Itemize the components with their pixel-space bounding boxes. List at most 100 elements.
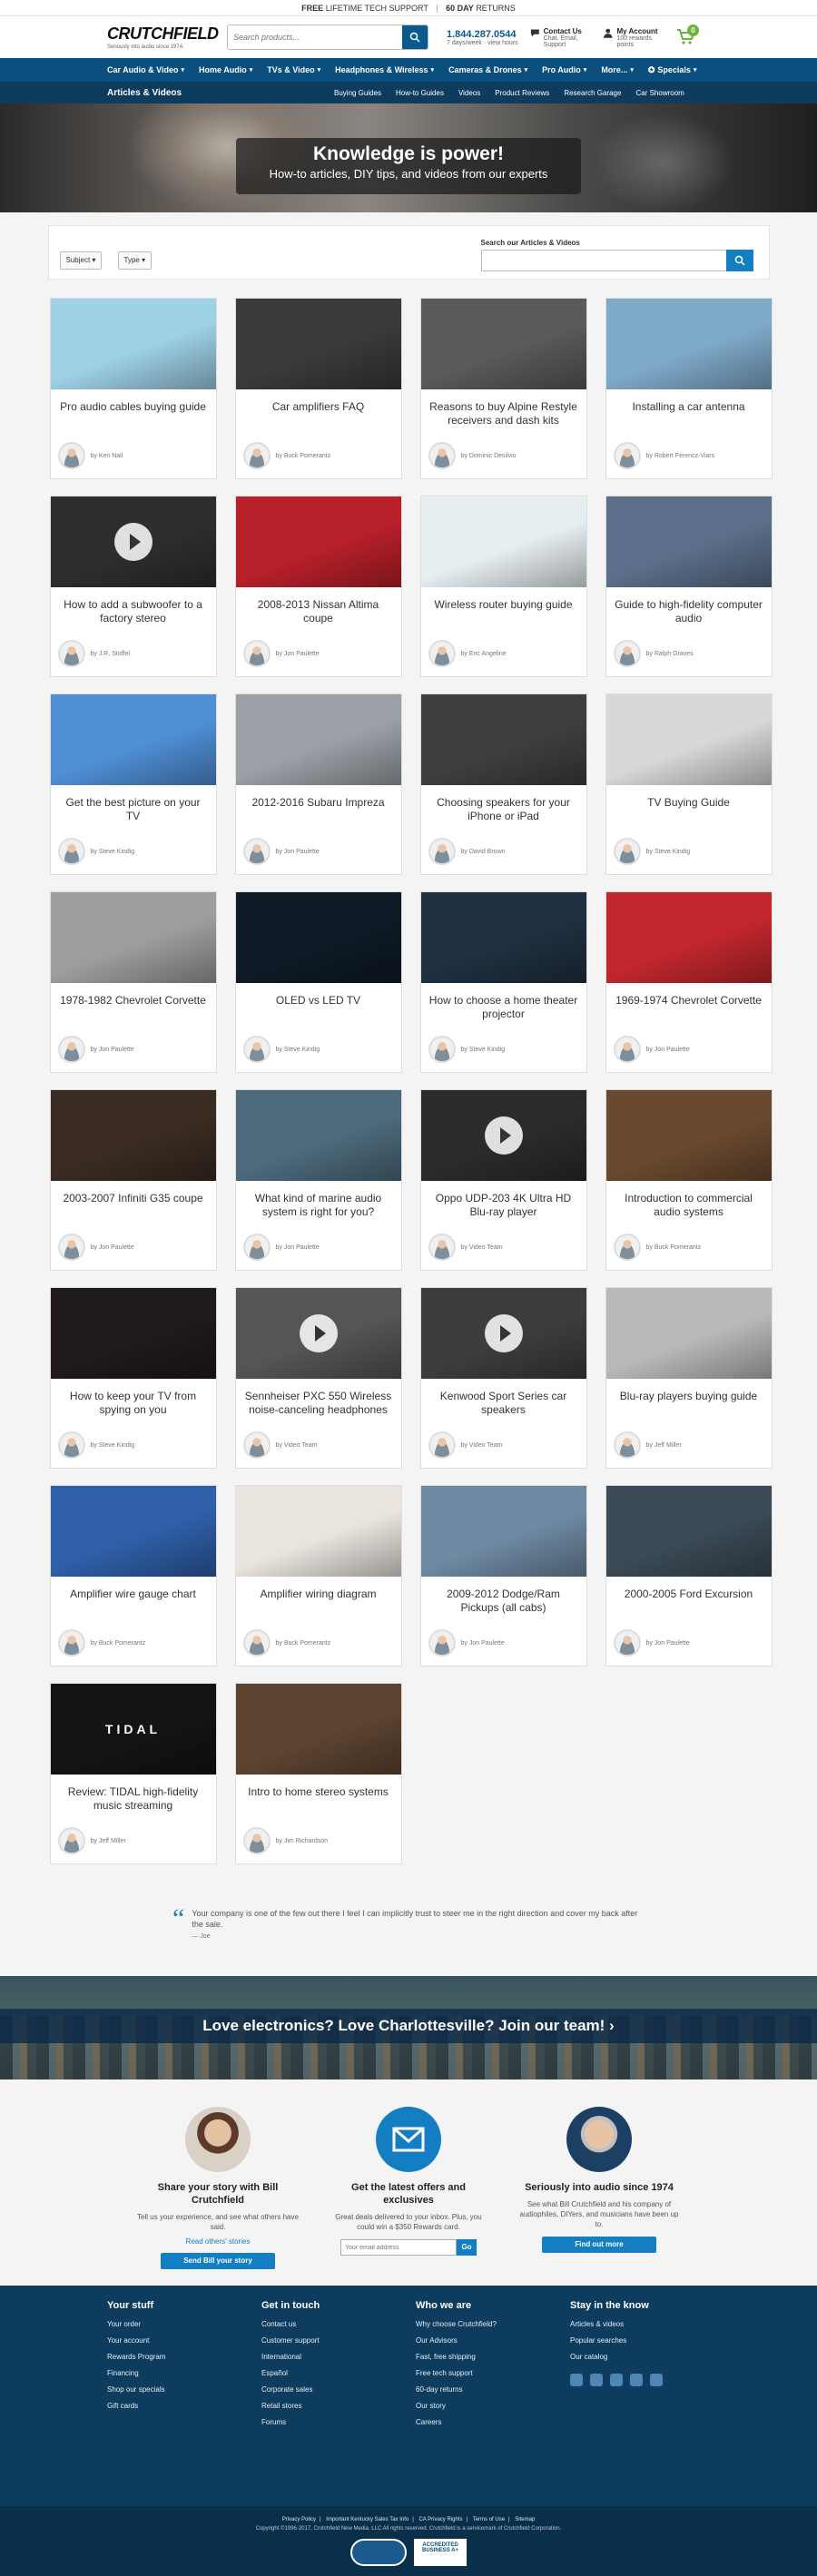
footer-link[interactable]: Retail stores (261, 2402, 416, 2410)
youtube-icon[interactable] (590, 2374, 603, 2386)
footer-link[interactable]: Corporate sales (261, 2385, 416, 2394)
email-go-button[interactable]: Go (457, 2239, 477, 2256)
footer-link[interactable]: Our catalog (570, 2353, 724, 2361)
article-thumbnail[interactable] (50, 1090, 216, 1181)
article-card[interactable]: 2012-2016 Subaru Impreza by Jon Paulette (234, 693, 402, 875)
article-card[interactable]: Amplifier wiring diagram by Buck Pomerant… (234, 1485, 402, 1667)
article-thumbnail[interactable] (235, 1684, 401, 1775)
article-title[interactable]: 2000-2005 Ford Excursion (606, 1577, 772, 1618)
article-title[interactable]: Get the best picture on your TV (51, 785, 216, 827)
article-thumbnail[interactable] (235, 1288, 401, 1379)
my-account-link[interactable]: My Account 100 rewards points (603, 27, 668, 48)
article-title[interactable]: 2009-2012 Dodge/Ram Pickups (all cabs) (421, 1577, 586, 1618)
article-card[interactable]: OLED vs LED TV by Steve Kindig (234, 891, 402, 1073)
email-field[interactable] (340, 2239, 457, 2256)
subnav-buying-guides[interactable]: Buying Guides (334, 89, 381, 97)
article-card[interactable]: Intro to home stereo systems by Jim Richa… (234, 1683, 402, 1864)
article-thumbnail[interactable] (420, 497, 586, 587)
article-thumbnail[interactable] (605, 299, 772, 389)
play-icon[interactable] (299, 1314, 338, 1352)
terms-link[interactable]: Terms of Use (473, 2517, 505, 2522)
subnav-research-garage[interactable]: Research Garage (564, 89, 621, 97)
article-card[interactable]: Blu-ray players buying guide by Jeff Mill… (605, 1287, 773, 1469)
article-thumbnail[interactable] (235, 1090, 401, 1181)
award-badge[interactable] (350, 2539, 407, 2566)
article-thumbnail[interactable] (50, 299, 216, 389)
footer-link[interactable]: Our Advisors (416, 2336, 570, 2345)
article-thumbnail[interactable] (235, 299, 401, 389)
article-card[interactable]: Guide to high-fidelity computer audio by … (605, 496, 773, 677)
read-stories-link[interactable]: Read others' stories (136, 2237, 300, 2246)
article-thumbnail[interactable] (605, 694, 772, 785)
article-card[interactable]: Reasons to buy Alpine Restyle receivers … (419, 298, 587, 479)
footer-link[interactable]: Why choose Crutchfield? (416, 2320, 570, 2328)
article-card[interactable]: Oppo UDP-203 4K Ultra HD Blu-ray player b… (419, 1089, 587, 1271)
footer-link[interactable]: Articles & videos (570, 2320, 724, 2328)
article-card[interactable]: How to add a subwoofer to a factory ster… (49, 496, 217, 677)
article-card[interactable]: What kind of marine audio system is righ… (234, 1089, 402, 1271)
send-story-button[interactable]: Send Bill your story (161, 2253, 275, 2269)
nav-pro-audio[interactable]: Pro Audio ▾ (542, 65, 586, 74)
nav-tvs-video[interactable]: TVs & Video ▾ (267, 65, 320, 74)
subject-dropdown[interactable]: Subject ▾ (59, 251, 103, 270)
play-icon[interactable] (113, 523, 153, 561)
nav-more[interactable]: More... ▾ (601, 65, 634, 74)
article-card[interactable]: Pro audio cables buying guide by Ken Nail (49, 298, 217, 479)
article-thumbnail[interactable] (420, 1486, 586, 1577)
search-button[interactable] (402, 25, 428, 49)
article-thumbnail[interactable] (420, 1090, 586, 1181)
article-title[interactable]: 1969-1974 Chevrolet Corvette (606, 983, 772, 1025)
subnav-videos[interactable]: Videos (458, 89, 480, 97)
article-card[interactable]: 2003-2007 Infiniti G35 coupe by Jon Paule… (49, 1089, 217, 1271)
article-title[interactable]: Pro audio cables buying guide (51, 389, 216, 431)
subnav-product-reviews[interactable]: Product Reviews (495, 89, 549, 97)
article-thumbnail[interactable] (420, 694, 586, 785)
article-card[interactable]: Get the best picture on your TV by Steve … (49, 693, 217, 875)
article-title[interactable]: Reasons to buy Alpine Restyle receivers … (421, 389, 586, 431)
tax-info-link[interactable]: Important Kentucky Sales Tax Info (326, 2517, 408, 2522)
article-card[interactable]: TV Buying Guide by Steve Kindig (605, 693, 773, 875)
article-card[interactable]: Kenwood Sport Series car speakers by Vide… (419, 1287, 587, 1469)
article-card[interactable]: Sennheiser PXC 550 Wireless noise-cancel… (234, 1287, 402, 1469)
nav-home-audio[interactable]: Home Audio ▾ (199, 65, 252, 74)
article-title[interactable]: How to choose a home theater projector (421, 983, 586, 1025)
footer-link[interactable]: Shop our specials (107, 2385, 261, 2394)
article-title[interactable]: Introduction to commercial audio systems (606, 1181, 772, 1223)
article-title[interactable]: Car amplifiers FAQ (236, 389, 401, 431)
article-title[interactable]: Choosing speakers for your iPhone or iPa… (421, 785, 586, 827)
article-thumbnail[interactable] (235, 497, 401, 587)
privacy-link[interactable]: Privacy Policy (282, 2517, 316, 2522)
facebook-icon[interactable] (570, 2374, 583, 2386)
article-card[interactable]: Wireless router buying guide by Eric Ange… (419, 496, 587, 677)
article-title[interactable]: How to add a subwoofer to a factory ster… (51, 587, 216, 629)
article-title[interactable]: 1978-1982 Chevrolet Corvette (51, 983, 216, 1025)
article-thumbnail[interactable] (420, 299, 586, 389)
sitemap-link[interactable]: Sitemap (515, 2517, 535, 2522)
article-title[interactable]: Intro to home stereo systems (236, 1775, 401, 1816)
article-card[interactable]: How to choose a home theater projector by… (419, 891, 587, 1073)
article-thumbnail[interactable] (605, 1486, 772, 1577)
article-card[interactable]: Introduction to commercial audio systems… (605, 1089, 773, 1271)
article-card[interactable]: 1969-1974 Chevrolet Corvette by Jon Paule… (605, 891, 773, 1073)
article-title[interactable]: 2008-2013 Nissan Altima coupe (236, 587, 401, 629)
article-card[interactable]: TIDAL Review: TIDAL high-fidelity music s… (49, 1683, 217, 1864)
find-out-more-button[interactable]: Find out more (542, 2237, 656, 2253)
footer-link[interactable]: Your account (107, 2336, 261, 2345)
article-title[interactable]: How to keep your TV from spying on you (51, 1379, 216, 1421)
crutchfield-logo[interactable]: CRUTCHFIELD Seriously into audio since 1… (107, 25, 219, 50)
article-card[interactable]: Amplifier wire gauge chart by Buck Pomera… (49, 1485, 217, 1667)
search-input[interactable] (228, 25, 402, 49)
footer-link[interactable]: Careers (416, 2418, 570, 2426)
phone-contact[interactable]: 1.844.287.0544 7 days/week · view hours (447, 29, 523, 46)
article-thumbnail[interactable] (50, 892, 216, 983)
article-thumbnail[interactable] (50, 694, 216, 785)
type-dropdown[interactable]: Type ▾ (117, 251, 153, 270)
article-title[interactable]: Review: TIDAL high-fidelity music stream… (51, 1775, 216, 1816)
footer-link[interactable]: Gift cards (107, 2402, 261, 2410)
article-title[interactable]: Installing a car antenna (606, 389, 772, 431)
article-thumbnail[interactable] (50, 497, 216, 587)
article-thumbnail[interactable] (605, 1090, 772, 1181)
article-thumbnail[interactable] (420, 1288, 586, 1379)
article-thumbnail[interactable] (235, 1486, 401, 1577)
article-thumbnail[interactable] (605, 892, 772, 983)
